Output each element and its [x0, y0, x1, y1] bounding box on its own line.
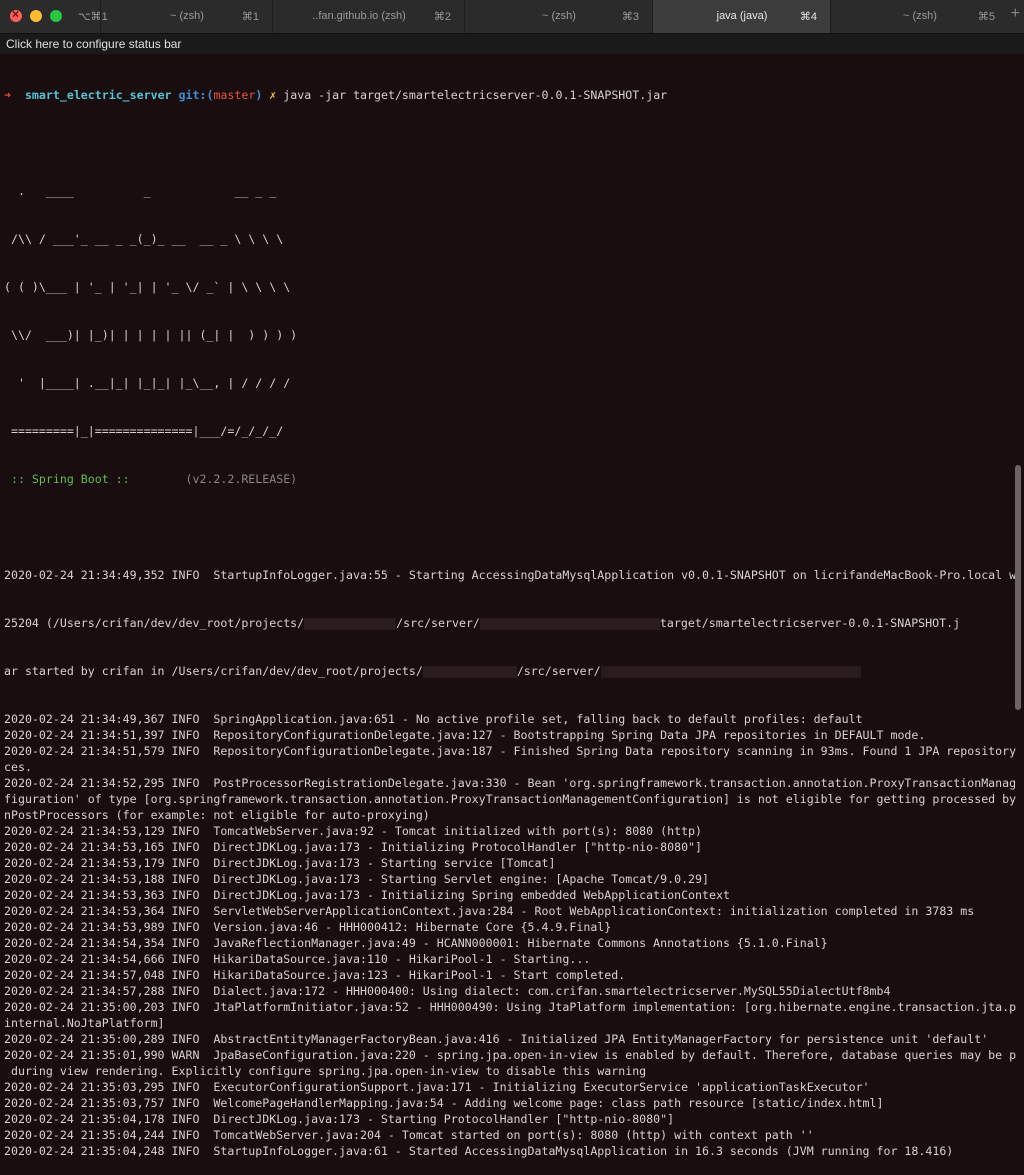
banner-line: . ____ _ __ _ _ [4, 184, 277, 198]
prompt-command: java -jar target/smartelectricserver-0.0… [283, 88, 668, 102]
log-line: 2020-02-24 21:35:04,248 INFO StartupInfo… [4, 1144, 954, 1158]
tab-title: ..fan.github.io (zsh) [312, 10, 406, 22]
spring-boot-label: :: Spring Boot :: [4, 472, 137, 486]
zoom-window-button[interactable] [50, 10, 62, 22]
status-bar-text: Click here to configure status bar [6, 37, 182, 51]
log-line: 2020-02-24 21:34:57,048 INFO HikariDataS… [4, 968, 626, 982]
log-line: 2020-02-24 21:34:53,989 INFO Version.jav… [4, 920, 612, 934]
tab-1[interactable]: ~ (zsh) ⌘1 [100, 0, 273, 33]
terminal-output[interactable]: ➜ smart_electric_server git:(master) ✗ j… [4, 55, 1016, 1175]
banner-line: \\/ ___)| |_)| | | | | || (_| | ) ) ) ) [4, 328, 298, 342]
log-line: 2020-02-24 21:35:04,178 INFO DirectJDKLo… [4, 1112, 675, 1126]
spring-boot-version-line: :: Spring Boot :: (v2.2.2.RELEASE) [4, 471, 1016, 487]
log-text: /src/server/ [396, 616, 480, 630]
status-bar[interactable]: Click here to configure status bar [0, 34, 1024, 54]
tab-shortcut: ⌘2 [433, 11, 451, 23]
tab-shortcut: ⌘5 [977, 11, 995, 23]
tab-4-active[interactable]: java (java) ⌘4 [652, 0, 831, 33]
prompt-git-label: git:( [178, 88, 214, 102]
log-line: 2020-02-24 21:35:00,203 INFO JtaPlatform… [4, 1000, 1016, 1014]
redacted-block [479, 617, 660, 630]
prompt-branch: master [213, 88, 256, 102]
log-line: 2020-02-24 21:34:53,188 INFO DirectJDKLo… [4, 872, 709, 886]
log-line: 2020-02-24 21:35:01,990 WARN JpaBaseConf… [4, 1048, 1016, 1062]
log-line: nPostProcessors (for example: not eligib… [4, 808, 430, 822]
log-line: ces. [4, 760, 32, 774]
prompt-arrow: ➜ [4, 88, 11, 102]
prompt-directory: smart_electric_server [24, 88, 172, 102]
tab-shortcut: ⌘1 [241, 11, 259, 23]
tab-3[interactable]: ~ (zsh) ⌘3 [464, 0, 653, 33]
new-tab-button[interactable]: + [1011, 5, 1020, 23]
tab-2[interactable]: ..fan.github.io (zsh) ⌘2 [272, 0, 465, 33]
log-text: /src/server/ [516, 664, 601, 678]
log-line: 2020-02-24 21:34:53,129 INFO TomcatWebSe… [4, 824, 703, 838]
minimize-window-button[interactable] [30, 10, 42, 22]
tab-shortcut: ⌘3 [621, 11, 639, 23]
log-line: 25204 (/Users/crifan/dev/dev_root/projec… [4, 615, 1016, 631]
log-text: 25204 (/Users/crifan/dev/dev_root/projec… [4, 616, 305, 630]
prompt-dirty-marker: ✗ [269, 88, 277, 102]
log-line: 2020-02-24 21:35:00,289 INFO AbstractEnt… [4, 1032, 989, 1046]
banner-line: ' |____| .__|_| |_|_| |_\__, | / / / / [4, 376, 291, 390]
log-lines: 2020-02-24 21:34:49,367 INFO SpringAppli… [4, 711, 1016, 1159]
log-line: figuration' of type [org.springframework… [4, 792, 1016, 806]
log-line: 2020-02-24 21:34:53,165 INFO DirectJDKLo… [4, 840, 703, 854]
log-line: 2020-02-24 21:35:04,244 INFO TomcatWebSe… [4, 1128, 814, 1142]
log-line: 2020-02-24 21:34:54,354 INFO JavaReflect… [4, 936, 828, 950]
log-line: 2020-02-24 21:34:51,579 INFO RepositoryC… [4, 744, 1016, 758]
log-text: ar started by crifan in /Users/crifan/de… [4, 664, 423, 678]
log-line: 2020-02-24 21:34:53,364 INFO ServletWebS… [4, 904, 975, 918]
log-line: 2020-02-24 21:34:53,363 INFO DirectJDKLo… [4, 888, 730, 902]
tab-5[interactable]: ~ (zsh) ⌘5 [830, 0, 1009, 33]
log-line: 2020-02-24 21:34:53,179 INFO DirectJDKLo… [4, 856, 556, 870]
tab-shortcut: ⌘4 [799, 11, 817, 23]
redacted-block [600, 665, 861, 678]
redacted-block [304, 617, 397, 630]
prompt-git-close: ) [255, 88, 263, 102]
log-line: 2020-02-24 21:35:03,295 INFO ExecutorCon… [4, 1080, 870, 1094]
log-line: ar started by crifan in /Users/crifan/de… [4, 663, 1016, 679]
scrollbar-thumb[interactable] [1015, 465, 1021, 710]
log-line: during view rendering. Explicitly config… [4, 1064, 647, 1078]
log-text: target/smartelectricserver-0.0.1-SNAPSHO… [659, 616, 961, 630]
log-line: 2020-02-24 21:34:52,295 INFO PostProcess… [4, 776, 1016, 790]
log-line: 2020-02-24 21:34:49,367 INFO SpringAppli… [4, 712, 863, 726]
banner-line: =========|_|==============|___/=/_/_/_/ [4, 424, 284, 438]
prompt-line: ➜ smart_electric_server git:(master) ✗ j… [4, 87, 1016, 103]
banner-line: /\\ / ___'_ __ _ _(_)_ __ __ _ \ \ \ \ [4, 232, 284, 246]
tab-bar: ⌥⌘1 ~ (zsh) ⌘1 ..fan.github.io (zsh) ⌘2 … [0, 0, 1024, 34]
log-line: 2020-02-24 21:34:49,352 INFO StartupInfo… [4, 568, 1016, 582]
close-window-button[interactable] [10, 7, 22, 22]
redacted-block [422, 665, 517, 678]
log-line: 2020-02-24 21:34:54,666 INFO HikariDataS… [4, 952, 591, 966]
spring-boot-version: (v2.2.2.RELEASE) [136, 472, 298, 486]
log-line: internal.NoJtaPlatform] [4, 1016, 165, 1030]
log-line: 2020-02-24 21:34:57,288 INFO Dialect.jav… [4, 984, 891, 998]
log-line: 2020-02-24 21:34:51,397 INFO RepositoryC… [4, 728, 926, 742]
log-line: 2020-02-24 21:35:03,757 INFO WelcomePage… [4, 1096, 884, 1110]
banner-line: ( ( )\___ | '_ | '_| | '_ \/ _` | \ \ \ … [4, 280, 291, 294]
